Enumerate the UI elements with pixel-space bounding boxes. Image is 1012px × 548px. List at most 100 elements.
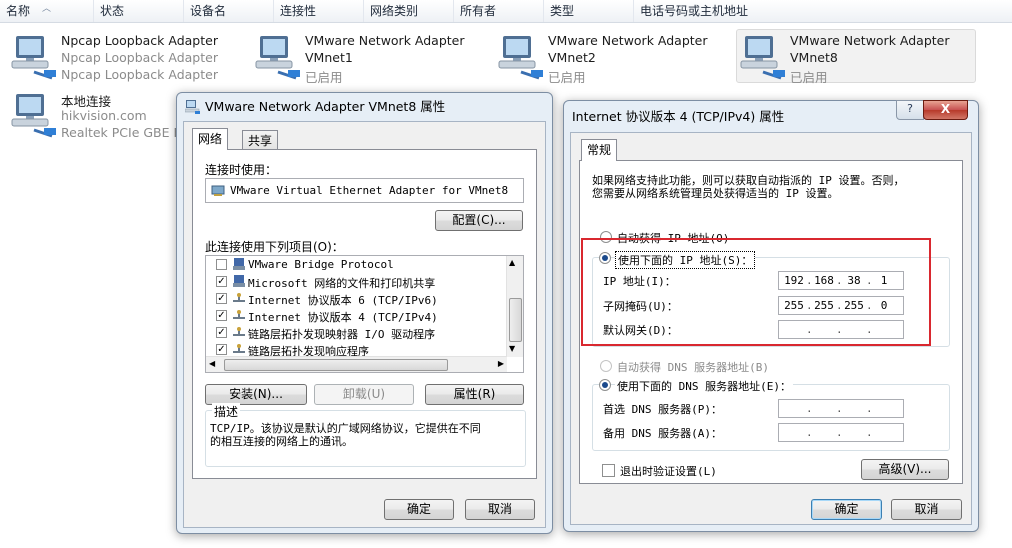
item-label: Microsoft 网络的文件和打印机共享 — [248, 277, 436, 290]
item-checkbox[interactable]: ✓ — [216, 276, 227, 287]
network-adapter-icon — [740, 36, 785, 80]
adapter-label: VMnet8 — [790, 50, 838, 65]
adapter-device: Realtek PCIe GBE Fa — [61, 125, 188, 140]
col-connectivity[interactable]: 连接性 — [274, 0, 364, 22]
vertical-scrollbar[interactable]: ▲ ▼ — [506, 256, 523, 357]
adapter-vmnet1[interactable]: VMware Network Adapter VMnet1 已启用 — [252, 30, 482, 85]
col-name[interactable]: 名称 ︿ — [0, 0, 94, 22]
advanced-button[interactable]: 高级(V)... — [861, 459, 949, 480]
column-header: 名称 ︿ 状态 设备名 连接性 网络类别 所有者 类型 电话号码或主机地址 — [0, 0, 1012, 23]
adapter-name: Npcap Loopback Adapter — [61, 33, 218, 48]
item-label: Internet 协议版本 4 (TCP/IPv4) — [248, 311, 438, 324]
file-sharing-icon — [233, 275, 245, 287]
window-title: VMware Network Adapter VMnet8 属性 — [205, 99, 446, 114]
adapter-status: 已启用 — [305, 70, 343, 85]
list-item[interactable]: ✓ Microsoft 网络的文件和打印机共享 — [206, 273, 509, 290]
close-icon[interactable]: X — [923, 100, 968, 120]
configure-button[interactable]: 配置(C)... — [435, 210, 523, 231]
col-status[interactable]: 状态 — [94, 0, 184, 22]
preferred-dns-label: 首选 DNS 服务器(P)： — [603, 403, 722, 416]
properties-button[interactable]: 属性(R) — [425, 384, 524, 405]
col-owner[interactable]: 所有者 — [454, 0, 544, 22]
item-checkbox[interactable]: ✓ — [216, 344, 227, 355]
auto-dns-radio[interactable] — [600, 360, 612, 372]
description-line-2: 的相互连接的网络上的通讯。 — [210, 435, 353, 448]
network-adapter-icon — [255, 36, 300, 80]
adapter-name: VMware Network Adapter — [790, 33, 950, 48]
adapter-label: VMnet1 — [305, 50, 353, 65]
dns-settings-group: 使用下面的 DNS 服务器地址(E)： 首选 DNS 服务器(P)： ... 备… — [592, 378, 950, 451]
item-label: Internet 协议版本 6 (TCP/IPv6) — [248, 294, 438, 307]
network-adapter-icon — [185, 100, 200, 114]
window-body: 网络 共享 连接时使用： VMware Virtual Ethernet Ada… — [183, 121, 546, 528]
scroll-up-icon[interactable]: ▲ — [509, 258, 515, 267]
cancel-button[interactable]: 取消 — [465, 499, 535, 520]
scroll-right-icon[interactable]: ▶ — [498, 359, 504, 368]
adapter-name-field: VMware Virtual Ethernet Adapter for VMne… — [205, 178, 524, 203]
tab-general[interactable]: 常规 — [581, 139, 618, 161]
tab-sharing[interactable]: 共享 — [242, 130, 279, 150]
auto-dns-label: 自动获得 DNS 服务器地址(B) — [617, 361, 769, 374]
adapter-card-icon — [211, 185, 225, 196]
list-item[interactable]: ✓ 链路层拓扑发现映射器 I/O 驱动程序 — [206, 324, 509, 341]
cancel-button[interactable]: 取消 — [891, 499, 962, 520]
horizontal-scrollbar[interactable]: ◀ ▶ — [206, 356, 507, 372]
list-item[interactable]: VMware Bridge Protocol — [206, 256, 509, 273]
vmnet8-properties-window: VMware Network Adapter VMnet8 属性 网络 共享 连… — [176, 92, 553, 534]
item-checkbox[interactable]: ✓ — [216, 293, 227, 304]
validate-checkbox[interactable] — [602, 464, 615, 477]
ok-button[interactable]: 确定 — [811, 499, 882, 520]
item-label: 链路层拓扑发现映射器 I/O 驱动程序 — [248, 328, 436, 341]
tab-network[interactable]: 网络 — [192, 128, 229, 150]
connect-using-label: 连接时使用： — [205, 163, 278, 177]
col-phone-host[interactable]: 电话号码或主机地址 — [634, 0, 1012, 22]
manual-dns-radio[interactable] — [599, 379, 611, 391]
adapter-vmnet8[interactable]: VMware Network Adapter VMnet8 已启用 — [736, 29, 976, 85]
col-device-name[interactable]: 设备名 — [184, 0, 274, 22]
window-title: Internet 协议版本 4 (TCP/IPv4) 属性 — [572, 109, 785, 124]
protocol-icon — [233, 327, 245, 336]
adapter-name: VMware Network Adapter — [548, 33, 708, 48]
description-caption: 描述 — [212, 403, 241, 420]
scroll-thumb[interactable] — [509, 298, 522, 342]
adapter-name-text: VMware Virtual Ethernet Adapter for VMne… — [230, 184, 509, 197]
list-item-selected[interactable]: ✓ Internet 协议版本 4 (TCP/IPv4) — [206, 307, 509, 324]
list-item[interactable]: ✓ 链路层拓扑发现响应程序 — [206, 341, 509, 357]
validate-label: 退出时验证设置(L) — [620, 465, 717, 478]
highlight-box — [581, 238, 931, 346]
manual-dns-label: 使用下面的 DNS 服务器地址(E)： — [615, 378, 793, 394]
network-adapter-icon — [11, 94, 56, 138]
adapter-name: VMware Network Adapter — [305, 33, 465, 48]
scroll-down-icon[interactable]: ▼ — [509, 344, 515, 353]
sort-up-icon: ︿ — [42, 4, 52, 14]
adapter-status: 已启用 — [548, 70, 586, 85]
ok-button[interactable]: 确定 — [384, 499, 454, 520]
col-network-category[interactable]: 网络类别 — [364, 0, 454, 22]
protocol-icon — [233, 258, 245, 270]
adapter-status: 已启用 — [790, 70, 828, 85]
items-label: 此连接使用下列项目(O)： — [205, 240, 344, 254]
adapter-local-connection[interactable]: 本地连接 hikvision.com Realtek PCIe GBE Fa — [8, 88, 187, 140]
adapter-vmnet2[interactable]: VMware Network Adapter VMnet2 已启用 — [495, 30, 725, 85]
protocol-icon — [233, 310, 245, 319]
install-button[interactable]: 安装(N)... — [205, 384, 307, 405]
help-icon[interactable]: ? — [896, 100, 924, 120]
item-checkbox[interactable] — [216, 259, 227, 270]
adapter-status: Npcap Loopback Adapter — [61, 50, 218, 65]
col-type[interactable]: 类型 — [544, 0, 634, 22]
adapter-npcap-loopback[interactable]: Npcap Loopback Adapter Npcap Loopback Ad… — [8, 30, 238, 82]
components-list-viewport: VMware Bridge Protocol ✓ Microsoft 网络的文件… — [206, 256, 509, 357]
components-list[interactable]: VMware Bridge Protocol ✓ Microsoft 网络的文件… — [205, 255, 524, 373]
network-adapter-icon — [498, 36, 543, 80]
alternate-dns-field[interactable]: ... — [778, 423, 904, 442]
preferred-dns-field[interactable]: ... — [778, 399, 904, 418]
adapter-domain: hikvision.com — [61, 108, 147, 123]
alternate-dns-label: 备用 DNS 服务器(A)： — [603, 427, 722, 440]
scroll-thumb[interactable] — [224, 359, 448, 371]
item-checkbox[interactable]: ✓ — [216, 310, 227, 321]
item-checkbox[interactable]: ✓ — [216, 327, 227, 338]
list-item[interactable]: ✓ Internet 协议版本 6 (TCP/IPv6) — [206, 290, 509, 307]
scroll-left-icon[interactable]: ◀ — [209, 359, 215, 368]
adapter-label: VMnet2 — [548, 50, 596, 65]
uninstall-button[interactable]: 卸载(U) — [314, 384, 414, 405]
